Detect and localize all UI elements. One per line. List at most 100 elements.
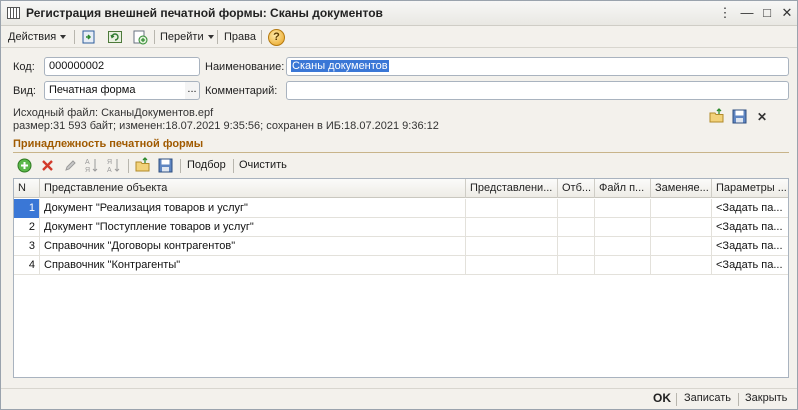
comment-label: Комментарий: [205, 85, 278, 97]
update-from-file-icon[interactable] [132, 29, 148, 45]
replaced-cell[interactable] [651, 218, 712, 237]
dialog-footer: OK Записать Закрыть [1, 388, 797, 409]
replaced-cell[interactable] [651, 256, 712, 275]
object-cell[interactable]: Документ "Поступление товаров и услуг" [40, 218, 466, 237]
goto-label: Перейти [160, 31, 204, 43]
file-cell[interactable] [595, 237, 651, 256]
toolbar-divider [233, 159, 234, 173]
file-cell[interactable] [595, 218, 651, 237]
object-cell[interactable]: Справочник "Договоры контрагентов" [40, 237, 466, 256]
code-field[interactable]: 000000002 [44, 57, 200, 76]
kind-label: Вид: [13, 85, 36, 97]
open-folder-icon[interactable] [135, 157, 151, 173]
form-icon [7, 7, 20, 19]
kind-field[interactable]: Печатная форма [44, 81, 186, 100]
representation-cell[interactable] [466, 199, 558, 218]
column-header-file[interactable]: Файл п... [595, 179, 651, 198]
ownership-table[interactable]: N Представление объекта Представлени... … [13, 178, 789, 378]
parameters-cell[interactable]: <Задать па... [712, 218, 788, 237]
toolbar-divider [128, 159, 129, 173]
object-cell[interactable]: Справочник "Контрагенты" [40, 256, 466, 275]
comment-field[interactable] [286, 81, 789, 100]
parameters-cell[interactable]: <Задать па... [712, 199, 788, 218]
svg-text:Я: Я [85, 167, 90, 174]
save-icon[interactable] [158, 158, 173, 173]
form-window: Регистрация внешней печатной формы: Скан… [0, 0, 798, 410]
help-symbol: ? [273, 31, 280, 43]
delete-file-icon[interactable]: ✕ [757, 110, 767, 124]
replaced-cell[interactable] [651, 237, 712, 256]
name-field[interactable]: Сканы документов [286, 57, 789, 76]
toolbar-divider [217, 30, 218, 44]
clear-button[interactable]: Очистить [239, 159, 287, 171]
column-header-selection[interactable]: Отб... [558, 179, 595, 198]
select-button[interactable]: Подбор [187, 159, 226, 171]
actions-label: Действия [8, 31, 57, 43]
toolbar-divider [261, 30, 262, 44]
object-cell[interactable]: Документ "Реализация товаров и услуг" [40, 199, 466, 218]
selection-cell[interactable] [558, 237, 595, 256]
svg-text:Я: Я [107, 159, 112, 166]
chevron-down-icon [60, 35, 67, 40]
edit-icon[interactable] [63, 158, 78, 173]
table-row[interactable]: 2 Документ "Поступление товаров и услуг"… [14, 218, 788, 237]
file-cell[interactable] [595, 199, 651, 218]
delete-icon[interactable] [40, 158, 55, 173]
row-number: 1 [14, 199, 40, 218]
column-header-representation[interactable]: Представлени... [466, 179, 558, 198]
file-cell[interactable] [595, 256, 651, 275]
actions-menu[interactable]: Действия [8, 28, 67, 46]
replaced-cell[interactable] [651, 199, 712, 218]
row-number: 4 [14, 256, 40, 275]
row-number: 3 [14, 237, 40, 256]
section-title: Принадлежность печатной формы [13, 138, 204, 150]
rights-label: Права [224, 31, 256, 43]
rights-button[interactable]: Права [224, 28, 256, 46]
svg-text:A: A [107, 167, 112, 174]
help-icon[interactable]: ? [268, 29, 285, 46]
close-button[interactable]: Закрыть [745, 392, 787, 404]
representation-cell[interactable] [466, 218, 558, 237]
goto-menu[interactable]: Перейти [160, 28, 214, 46]
column-header-n[interactable]: N [14, 179, 40, 198]
table-row[interactable]: 3 Справочник "Договоры контрагентов" <За… [14, 237, 788, 256]
save-button[interactable]: Записать [684, 392, 731, 404]
sort-ascending-icon[interactable]: A Я [84, 157, 99, 174]
toolbar-divider [74, 30, 75, 44]
window-title: Регистрация внешней печатной формы: Скан… [26, 6, 383, 20]
name-value: Сканы документов [291, 60, 389, 72]
table-header: N Представление объекта Представлени... … [14, 179, 788, 198]
ok-button[interactable]: OK [653, 391, 671, 405]
title-bar: Регистрация внешней печатной формы: Скан… [1, 1, 797, 26]
minimize-button[interactable]: — [739, 5, 755, 21]
sort-descending-icon[interactable]: Я A [106, 157, 121, 174]
kind-select-button[interactable]: ... [185, 81, 200, 100]
refresh-icon[interactable] [107, 29, 123, 45]
table-row[interactable]: 1 Документ "Реализация товаров и услуг" … [14, 199, 788, 218]
parameters-cell[interactable]: <Задать па... [712, 256, 788, 275]
representation-cell[interactable] [466, 256, 558, 275]
save-to-file-icon[interactable] [732, 109, 747, 124]
column-header-object[interactable]: Представление объекта [40, 179, 466, 198]
selection-cell[interactable] [558, 218, 595, 237]
close-window-button[interactable]: ✕ [779, 5, 795, 21]
section-divider [13, 152, 789, 153]
more-options-icon[interactable]: ⋮ [717, 5, 733, 21]
column-header-parameters[interactable]: Параметры ... [712, 179, 788, 198]
footer-divider [676, 393, 677, 406]
footer-divider [738, 393, 739, 406]
parameters-cell[interactable]: <Задать па... [712, 237, 788, 256]
selection-cell[interactable] [558, 256, 595, 275]
main-toolbar: Действия Перейти Права ? [1, 26, 797, 48]
load-from-file-icon[interactable] [709, 108, 725, 124]
code-label: Код: [13, 61, 35, 73]
toolbar-divider [180, 159, 181, 173]
add-icon[interactable] [17, 158, 32, 173]
column-header-replaced[interactable]: Заменяе... [651, 179, 712, 198]
table-row[interactable]: 4 Справочник "Контрагенты" <Задать па... [14, 256, 788, 275]
selection-cell[interactable] [558, 199, 595, 218]
code-value: 000000002 [49, 60, 105, 72]
representation-cell[interactable] [466, 237, 558, 256]
maximize-button[interactable]: □ [759, 5, 775, 21]
save-and-close-icon[interactable] [81, 29, 97, 45]
